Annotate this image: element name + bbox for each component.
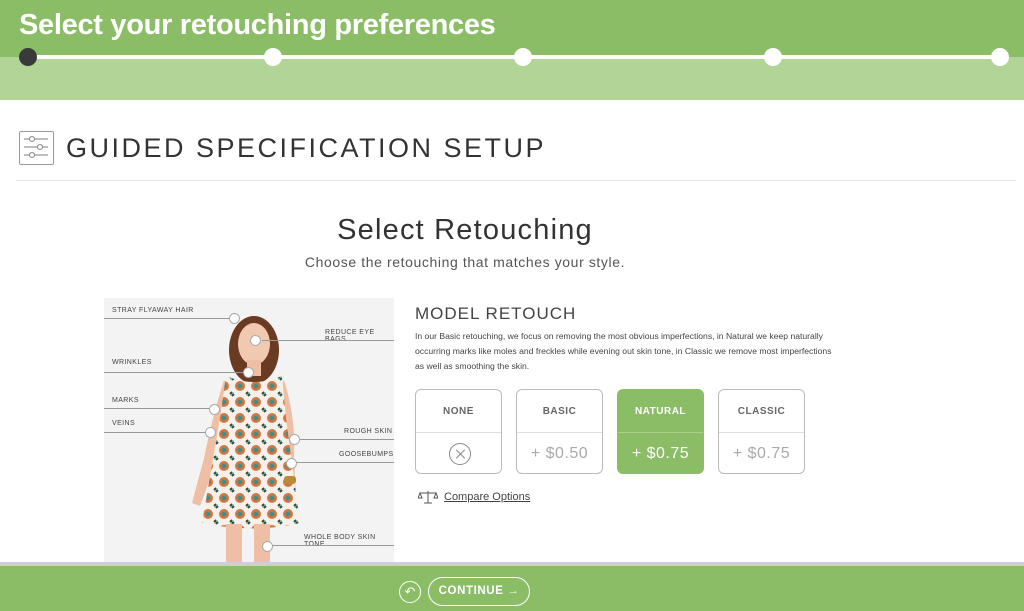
progress-step-4[interactable]: [764, 48, 782, 66]
back-arrow-icon: ↶: [404, 584, 416, 599]
option-price: + $0.75: [732, 445, 791, 462]
option-price: + $0.50: [530, 445, 589, 462]
hotspot-whole-body[interactable]: [262, 541, 273, 552]
label-veins: VEINS: [112, 420, 136, 427]
option-label: BASIC: [517, 390, 602, 433]
hotspot-stray-hair[interactable]: [229, 313, 240, 324]
model-retouch-heading: MODEL RETOUCH: [415, 304, 577, 323]
callout-line: [296, 462, 394, 463]
section-title: GUIDED SPECIFICATION SETUP: [66, 133, 547, 163]
callout-line: [299, 439, 394, 440]
hotspot-eye-bags[interactable]: [250, 335, 261, 346]
compare-options-link[interactable]: Compare Options: [444, 491, 530, 503]
callout-line: [272, 545, 394, 546]
label-wrinkles: WRINKLES: [112, 359, 152, 366]
hotspot-veins[interactable]: [205, 427, 216, 438]
option-label: NATURAL: [618, 390, 703, 433]
option-label: NONE: [416, 390, 501, 433]
hotspot-wrinkles[interactable]: [243, 367, 254, 378]
model-illustration: STRAY FLYAWAY HAIR REDUCE EYE BAGS WRINK…: [104, 298, 394, 568]
option-label: CLASSIC: [719, 390, 804, 433]
callout-line: [104, 408, 210, 409]
label-rough-skin: ROUGH SKIN: [344, 428, 393, 435]
main-title: Select Retouching: [337, 214, 593, 246]
continue-button[interactable]: CONTINUE →: [428, 577, 530, 606]
back-button[interactable]: ↶: [399, 581, 421, 603]
hotspot-rough-skin[interactable]: [289, 434, 300, 445]
option-natural[interactable]: NATURAL + $0.75: [617, 389, 704, 474]
option-basic[interactable]: BASIC + $0.50: [516, 389, 603, 474]
hotspot-goosebumps[interactable]: [286, 458, 297, 469]
page-title: Select your retouching preferences: [19, 9, 496, 41]
progress-step-2[interactable]: [264, 48, 282, 66]
progress-step-3[interactable]: [514, 48, 532, 66]
callout-line: [104, 432, 206, 433]
scale-icon: [417, 490, 439, 507]
label-stray-flyaway-hair: STRAY FLYAWAY HAIR: [112, 307, 194, 314]
section-divider: [16, 180, 1016, 181]
option-classic[interactable]: CLASSIC + $0.75: [718, 389, 805, 474]
option-price: + $0.75: [631, 445, 690, 462]
header-bar: Select your retouching preferences: [0, 0, 1024, 100]
model-retouch-description: In our Basic retouching, we focus on rem…: [415, 331, 832, 371]
callout-line: [262, 340, 394, 341]
progress-step-5[interactable]: [991, 48, 1009, 66]
label-marks: MARKS: [112, 397, 139, 404]
option-none[interactable]: NONE: [415, 389, 502, 474]
callout-line: [104, 318, 230, 319]
callout-line: [104, 372, 244, 373]
main-subtitle: Choose the retouching that matches your …: [304, 254, 626, 270]
close-circle-icon: [449, 443, 471, 465]
sliders-icon: [19, 131, 54, 165]
hotspot-marks[interactable]: [209, 404, 220, 415]
label-goosebumps: GOOSEBUMPS: [339, 451, 394, 458]
progress-step-1[interactable]: [19, 48, 37, 66]
